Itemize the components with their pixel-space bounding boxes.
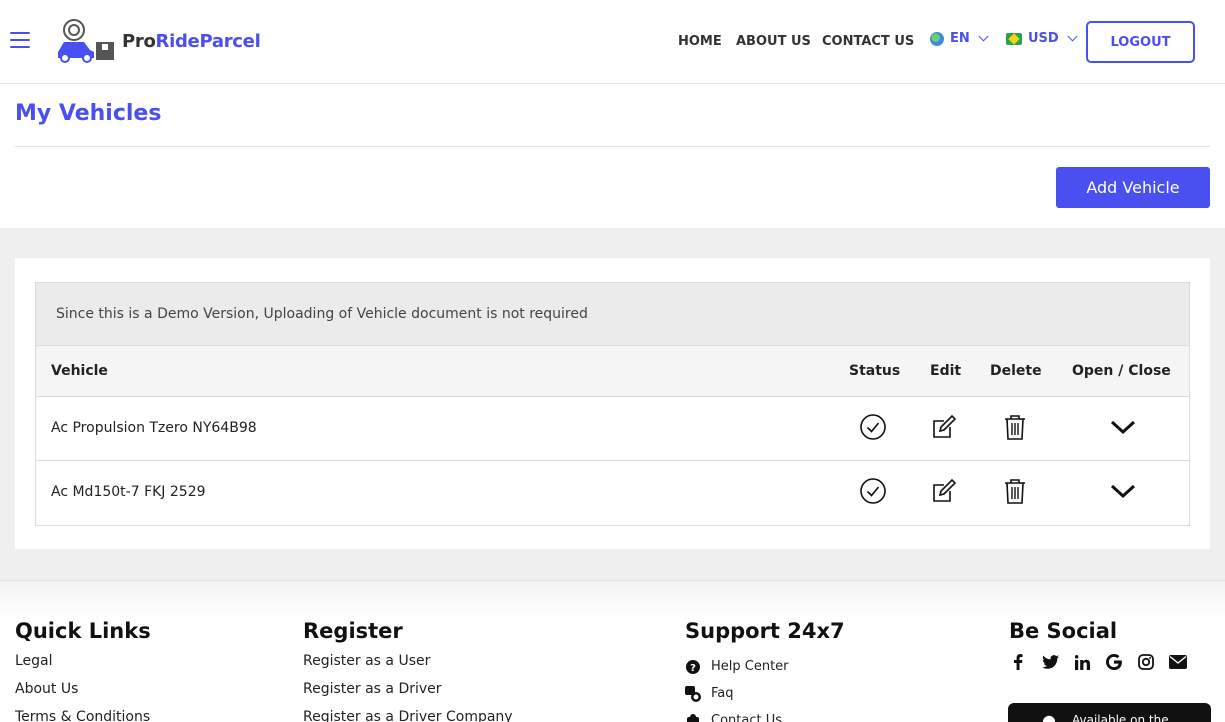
google-icon[interactable] bbox=[1105, 653, 1123, 671]
contact-us-label: Contact Us bbox=[711, 713, 782, 722]
check-circle-icon[interactable] bbox=[859, 477, 887, 505]
currency-selector[interactable]: USD bbox=[1006, 31, 1078, 46]
support-title: Support 24x7 bbox=[685, 619, 845, 643]
language-label: EN bbox=[950, 31, 970, 46]
apple-icon: ● bbox=[1042, 711, 1056, 722]
app-store-badge[interactable]: ● Available on the bbox=[1008, 703, 1211, 722]
quick-links-title: Quick Links bbox=[15, 619, 151, 643]
brand-prefix: Pro bbox=[122, 30, 156, 52]
trash-icon[interactable] bbox=[1001, 477, 1029, 505]
question-circle-icon: ? bbox=[685, 659, 701, 675]
facebook-icon[interactable] bbox=[1009, 653, 1027, 671]
table-header: Vehicle Status Edit Delete Open / Close bbox=[36, 346, 1189, 397]
brand-name: ProRideParcel bbox=[122, 30, 261, 52]
chevron-down-icon[interactable] bbox=[1109, 413, 1137, 441]
top-header: ProRideParcel HOME ABOUT US CONTACT US E… bbox=[0, 0, 1225, 84]
instagram-icon[interactable] bbox=[1137, 653, 1155, 671]
header-delete: Delete bbox=[990, 363, 1042, 379]
email-icon[interactable] bbox=[1169, 653, 1187, 671]
trash-icon[interactable] bbox=[1001, 413, 1029, 441]
header-edit: Edit bbox=[930, 363, 962, 379]
globe-icon bbox=[930, 31, 944, 46]
faq-icon bbox=[685, 685, 701, 702]
header-status: Status bbox=[849, 363, 901, 379]
chevron-down-icon bbox=[978, 31, 989, 42]
app-store-label: Available on the bbox=[1072, 713, 1169, 722]
footer-link-register-user[interactable]: Register as a User bbox=[303, 653, 513, 681]
vehicle-name: Ac Propulsion Tzero NY64B98 bbox=[51, 420, 257, 436]
svg-text:?: ? bbox=[690, 663, 696, 674]
menu-icon[interactable] bbox=[10, 32, 30, 50]
demo-notice: Since this is a Demo Version, Uploading … bbox=[35, 282, 1190, 346]
twitter-icon[interactable] bbox=[1041, 653, 1059, 671]
chevron-down-icon[interactable] bbox=[1109, 477, 1137, 505]
language-selector[interactable]: EN bbox=[930, 31, 989, 46]
add-vehicle-button[interactable]: Add Vehicle bbox=[1056, 167, 1210, 208]
footer-link-about-us[interactable]: About Us bbox=[15, 681, 151, 709]
nav-home[interactable]: HOME bbox=[678, 34, 722, 49]
chevron-down-icon bbox=[1067, 31, 1078, 42]
header-open-close: Open / Close bbox=[1072, 363, 1171, 379]
footer-link-register-driver[interactable]: Register as a Driver bbox=[303, 681, 513, 709]
social-icons bbox=[1009, 653, 1187, 671]
delivery-car-icon bbox=[58, 19, 114, 63]
vehicles-table: Vehicle Status Edit Delete Open / Close … bbox=[35, 346, 1190, 526]
footer-link-legal[interactable]: Legal bbox=[15, 653, 151, 681]
linkedin-icon[interactable] bbox=[1073, 653, 1091, 671]
edit-icon[interactable] bbox=[930, 477, 958, 505]
currency-label: USD bbox=[1028, 31, 1059, 46]
footer: Quick Links Legal About Us Terms & Condi… bbox=[0, 580, 1225, 722]
table-row: Ac Propulsion Tzero NY64B98 bbox=[36, 397, 1189, 461]
footer-link-contact-us[interactable]: Contact Us bbox=[685, 707, 845, 722]
be-social-title: Be Social bbox=[1009, 619, 1118, 643]
help-center-label: Help Center bbox=[711, 659, 789, 674]
footer-link-help-center[interactable]: ? Help Center bbox=[685, 653, 845, 680]
divider bbox=[15, 146, 1210, 147]
check-circle-icon[interactable] bbox=[859, 413, 887, 441]
contact-icon bbox=[685, 713, 701, 722]
logout-button[interactable]: LOGOUT bbox=[1086, 21, 1195, 63]
footer-support: Support 24x7 ? Help Center Faq Contact U… bbox=[685, 619, 845, 722]
brand-suffix: RideParcel bbox=[155, 30, 261, 52]
footer-link-register-driver-company[interactable]: Register as a Driver Company bbox=[303, 709, 513, 722]
header-vehicle: Vehicle bbox=[51, 363, 108, 379]
brand-logo[interactable]: ProRideParcel bbox=[54, 18, 261, 64]
vehicle-name: Ac Md150t-7 FKJ 2529 bbox=[51, 484, 206, 500]
footer-quick-links: Quick Links Legal About Us Terms & Condi… bbox=[15, 619, 151, 722]
nav-contact-us[interactable]: CONTACT US bbox=[822, 34, 914, 49]
table-row: Ac Md150t-7 FKJ 2529 bbox=[36, 461, 1189, 525]
footer-link-faq[interactable]: Faq bbox=[685, 680, 845, 707]
footer-link-terms[interactable]: Terms & Conditions bbox=[15, 709, 151, 722]
faq-label: Faq bbox=[711, 686, 734, 701]
brazil-flag-icon bbox=[1006, 32, 1022, 45]
page-title: My Vehicles bbox=[15, 101, 162, 126]
footer-register: Register Register as a User Register as … bbox=[303, 619, 513, 722]
footer-social: Be Social bbox=[1009, 619, 1187, 671]
nav-about-us[interactable]: ABOUT US bbox=[736, 34, 811, 49]
register-title: Register bbox=[303, 619, 403, 643]
edit-icon[interactable] bbox=[930, 413, 958, 441]
